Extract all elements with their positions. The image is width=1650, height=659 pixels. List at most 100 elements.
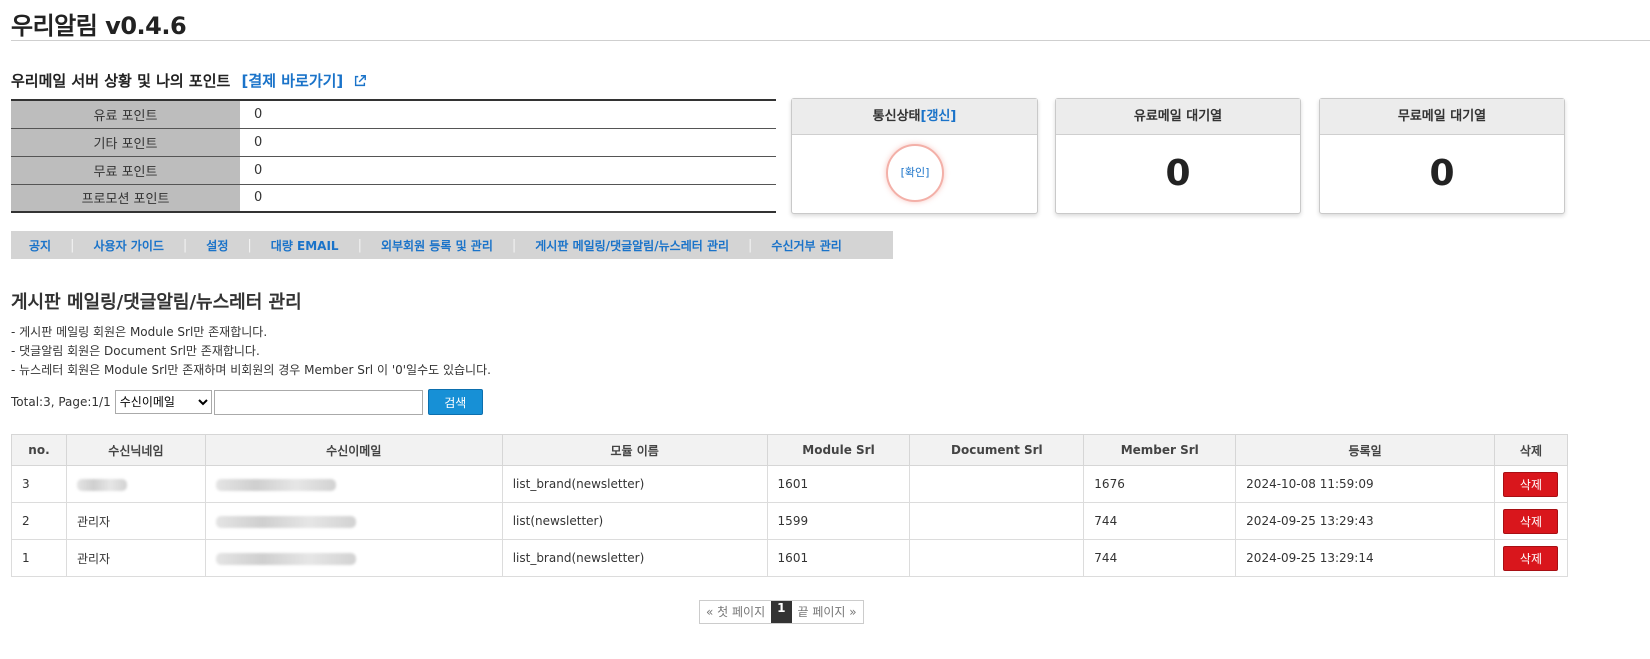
table-row: 3 list_brand(newsletter) 1601 1676 2024-…	[11, 465, 1569, 503]
cell-date: 2024-09-25 13:29:43	[1235, 502, 1495, 540]
cell-delete: 삭제	[1493, 502, 1569, 540]
point-label: 무료 포인트	[11, 156, 240, 185]
point-label: 유료 포인트	[11, 100, 240, 129]
cell-delete: 삭제	[1493, 465, 1569, 503]
menu-divider: |	[511, 237, 517, 253]
points-row-free: 무료 포인트 0	[11, 156, 776, 185]
col-header-email: 수신이메일	[204, 434, 503, 466]
note-line: - 댓글알림 회원은 Document Srl만 존재합니다.	[11, 344, 260, 358]
page-heading: 게시판 메일링/댓글알림/뉴스레터 관리	[11, 292, 302, 313]
title-divider	[11, 40, 1650, 41]
cell-email	[204, 502, 503, 540]
menu-item-board-mailing[interactable]: 게시판 메일링/댓글알림/뉴스레터 관리	[535, 237, 729, 254]
menu-divider: |	[357, 237, 362, 253]
cell-module: list(newsletter)	[501, 502, 768, 540]
refresh-link[interactable]: [갱신]	[921, 109, 957, 124]
cell-delete: 삭제	[1493, 539, 1569, 577]
search-row: Total:3, Page:1/1 수신이메일 검색	[11, 389, 483, 415]
delete-button[interactable]: 삭제	[1503, 471, 1559, 497]
cell-document-srl	[909, 502, 1085, 540]
point-value: 0	[240, 100, 776, 129]
cell-email	[204, 465, 503, 503]
points-row-promotion: 프로모션 포인트 0	[11, 184, 776, 212]
menu-divider: |	[70, 237, 75, 253]
free-queue-box: 무료메일 대기열 0	[1319, 98, 1565, 214]
menu-divider: |	[182, 237, 188, 253]
main-menu: 공지 | 사용자 가이드 | 설정 | 대량 EMAIL | 외부회원 등록 및…	[11, 231, 893, 259]
cell-email	[204, 539, 503, 577]
total-count: Total:3, Page:1/1	[11, 395, 111, 409]
cell-date: 2024-10-08 11:59:09	[1235, 465, 1495, 503]
menu-item-settings[interactable]: 설정	[206, 237, 228, 254]
point-label: 프로모션 포인트	[11, 184, 240, 212]
app-title: 우리알림 v0.4.6	[11, 12, 187, 40]
menu-divider: |	[748, 237, 753, 253]
redacted-email	[215, 515, 356, 528]
point-value: 0	[240, 156, 776, 185]
cell-no: 2	[11, 502, 67, 540]
menu-item-unsubscribe[interactable]: 수신거부 관리	[771, 237, 841, 254]
redacted-email	[215, 478, 336, 491]
points-heading-text: 우리메일 서버 상황 및 나의 포인트	[11, 72, 231, 90]
last-page-link[interactable]: 끝 페이지 »	[792, 601, 863, 623]
point-value: 0	[254, 190, 263, 206]
points-row-other: 기타 포인트 0	[11, 128, 776, 157]
current-page: 1	[771, 601, 792, 623]
col-header-member-srl: Member Srl	[1083, 434, 1237, 466]
cell-nickname: 관리자	[65, 502, 206, 540]
cell-no: 1	[11, 539, 67, 577]
col-header-document-srl: Document Srl	[909, 434, 1085, 466]
delete-button[interactable]: 삭제	[1503, 508, 1559, 534]
delete-button[interactable]: 삭제	[1503, 545, 1559, 571]
external-link-icon	[354, 75, 366, 87]
cell-document-srl	[909, 465, 1085, 503]
col-header-nickname: 수신닉네임	[65, 434, 206, 466]
payment-link-label: [결제 바로가기]	[241, 72, 344, 90]
pagination: « 첫 페이지 1 끝 페이지 »	[699, 600, 864, 624]
search-field-select[interactable]: 수신이메일	[114, 390, 212, 414]
note-line: - 뉴스레터 회원은 Module Srl만 존재하며 비회원의 경우 Memb…	[11, 363, 491, 377]
menu-item-bulk-email[interactable]: 대량 EMAIL	[271, 237, 339, 254]
col-header-delete: 삭제	[1493, 434, 1569, 466]
free-queue-title: 무료메일 대기열	[1320, 99, 1564, 135]
paid-queue-box: 유료메일 대기열 0	[1055, 98, 1301, 214]
search-input[interactable]	[213, 389, 423, 415]
menu-item-notice[interactable]: 공지	[29, 237, 51, 254]
comm-status-title: 통신상태	[872, 109, 921, 124]
first-page-link[interactable]: « 첫 페이지	[700, 601, 771, 623]
payment-link[interactable]: [결제 바로가기]	[242, 72, 367, 90]
cell-no: 3	[11, 465, 67, 503]
points-section-heading: 우리메일 서버 상황 및 나의 포인트 [결제 바로가기]	[11, 70, 367, 91]
paid-queue-count: 0	[1165, 153, 1191, 194]
note-line: - 게시판 메일링 회원은 Module Srl만 존재합니다.	[11, 325, 268, 339]
comm-status-box: 통신상태[갱신] [확인]	[791, 98, 1038, 214]
cell-member-srl: 744	[1083, 502, 1237, 540]
redacted-nickname	[76, 478, 127, 491]
search-button[interactable]: 검색	[427, 389, 483, 415]
point-label: 기타 포인트	[11, 128, 240, 157]
subscriber-table: no. 수신닉네임 수신이메일 모듈 이름 Module Srl Documen…	[11, 434, 1569, 577]
confirm-button[interactable]: [확인]	[886, 144, 944, 202]
notes: - 게시판 메일링 회원은 Module Srl만 존재합니다. - 댓글알림 …	[11, 323, 491, 380]
point-value: 0	[240, 128, 776, 157]
cell-module-srl: 1601	[766, 539, 911, 577]
cell-member-srl: 744	[1083, 539, 1237, 577]
table-header-row: no. 수신닉네임 수신이메일 모듈 이름 Module Srl Documen…	[11, 434, 1569, 466]
table-row: 2 관리자 list(newsletter) 1599 744 2024-09-…	[11, 502, 1569, 540]
cell-module-srl: 1599	[766, 502, 911, 540]
col-header-module-srl: Module Srl	[766, 434, 911, 466]
cell-module: list_brand(newsletter)	[501, 539, 768, 577]
menu-item-external-members[interactable]: 외부회원 등록 및 관리	[381, 237, 493, 254]
menu-item-user-guide[interactable]: 사용자 가이드	[93, 237, 163, 254]
redacted-email	[215, 552, 356, 565]
paid-queue-title: 유료메일 대기열	[1056, 99, 1300, 135]
table-row: 1 관리자 list_brand(newsletter) 1601 744 20…	[11, 539, 1569, 577]
cell-nickname: 관리자	[65, 539, 206, 577]
cell-date: 2024-09-25 13:29:14	[1235, 539, 1495, 577]
cell-member-srl: 1676	[1083, 465, 1237, 503]
points-table: 유료 포인트 0 기타 포인트 0 무료 포인트 0 프로모션 포인트 0	[11, 99, 776, 213]
cell-module: list_brand(newsletter)	[501, 465, 768, 503]
menu-divider: |	[247, 237, 252, 253]
cell-nickname	[65, 465, 206, 503]
cell-document-srl	[909, 539, 1085, 577]
